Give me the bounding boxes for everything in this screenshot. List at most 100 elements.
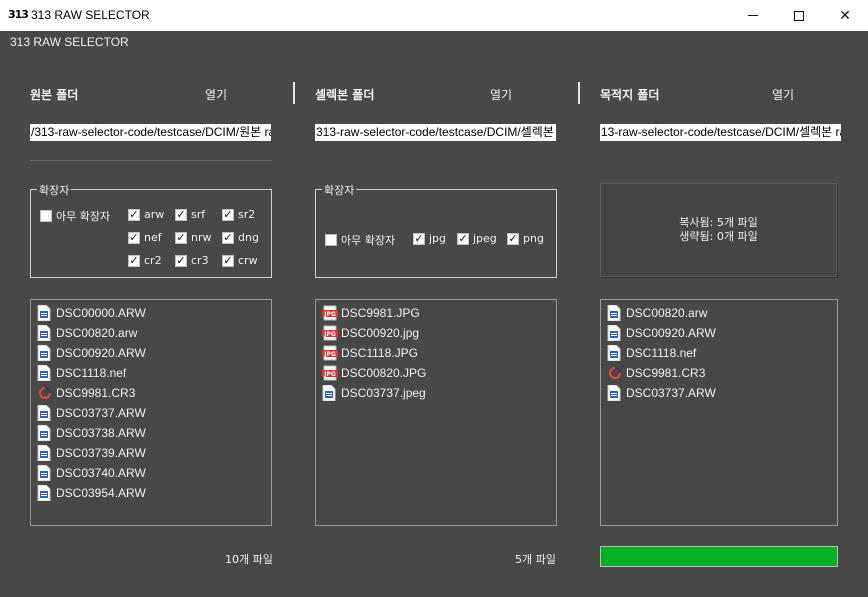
file-list-item[interactable]: DSC03737.jpeg (322, 383, 426, 403)
divider-line (30, 160, 272, 161)
checkmark-icon[interactable]: ✓ (413, 232, 425, 245)
dest-file-list[interactable]: DSC00820.arw DSC00920.ARW DSC1118.nef DSC99… (600, 299, 838, 526)
canon-file-icon (607, 365, 621, 381)
ext-checkbox-srf[interactable]: ✓ srf (175, 208, 205, 221)
ext-checkbox-dng[interactable]: ✓ dng (222, 231, 259, 244)
file-name: DSC1118.nef (56, 366, 127, 380)
source-path-field[interactable]: /313-raw-selector-code/testcase/DCIM/원본 … (30, 124, 271, 141)
file-list-item[interactable]: DSC9981.CR3 (37, 383, 135, 403)
raw-file-icon (37, 484, 51, 502)
minimize-icon (748, 15, 758, 16)
file-name: DSC00000.ARW (56, 306, 146, 320)
checkmark-icon[interactable]: ✓ (507, 232, 519, 245)
file-list-item[interactable]: DSC03739.ARW (37, 443, 146, 463)
raw-file-icon (37, 364, 51, 382)
ext-checkbox-nrw[interactable]: ✓ nrw (175, 231, 212, 244)
file-list-item[interactable]: DSC03740.ARW (37, 463, 146, 483)
extension-group-legend: 확장자 (322, 182, 357, 198)
ext-checkbox-nef[interactable]: ✓ nef (128, 231, 162, 244)
source-any-extension-checkbox[interactable]: 아무 확장자 (40, 208, 110, 224)
title-bar: 313 313 RAW SELECTOR ✕ (0, 0, 868, 31)
progress-fill (601, 547, 837, 566)
file-list-item[interactable]: JPG DSC00920.jpg (322, 323, 419, 343)
raw-file-icon (37, 444, 51, 462)
svg-text:JPG: JPG (323, 351, 336, 358)
file-name: DSC00820.JPG (341, 366, 427, 380)
jpg-file-icon: JPG (322, 345, 338, 361)
canon-file-icon (37, 385, 51, 401)
close-icon: ✕ (839, 7, 851, 24)
file-list-item[interactable]: JPG DSC1118.JPG (322, 343, 418, 363)
file-name: DSC00820.arw (56, 326, 138, 340)
file-list-item[interactable]: DSC03737.ARW (37, 403, 146, 423)
maximize-icon (794, 10, 804, 21)
copied-count-label: 복사됨: 5개 파일 (679, 216, 758, 229)
checkmark-icon[interactable]: ✓ (128, 208, 140, 221)
ext-checkbox-arw[interactable]: ✓ arw (128, 208, 164, 221)
checkmark-icon[interactable]: ✓ (457, 232, 469, 245)
checkmark-icon[interactable]: ✓ (175, 208, 187, 221)
close-button[interactable]: ✕ (822, 0, 868, 31)
file-name: DSC03737.ARW (56, 406, 146, 420)
raw-file-icon (37, 344, 51, 362)
checkmark-icon[interactable]: ✓ (222, 254, 234, 267)
selected-open-button[interactable]: 열기 (490, 86, 512, 103)
ext-checkbox-cr2[interactable]: ✓ cr2 (128, 254, 162, 267)
source-file-list[interactable]: DSC00000.ARW DSC00820.arw DSC00920.ARW DSC1… (30, 299, 272, 526)
dest-open-button[interactable]: 열기 (772, 86, 794, 103)
ext-checkbox-cr3[interactable]: ✓ cr3 (175, 254, 209, 267)
svg-text:JPG: JPG (323, 311, 336, 318)
file-list-item[interactable]: DSC00920.ARW (37, 343, 146, 363)
selected-file-count: 5개 파일 (515, 553, 556, 566)
dest-path-field[interactable]: 13-raw-selector-code/testcase/DCIM/셀렉본 r… (600, 124, 841, 141)
app-logo-icon: 313 (8, 8, 29, 21)
column-divider (293, 82, 295, 104)
file-list-item[interactable]: DSC00820.arw (37, 323, 137, 343)
checkmark-icon[interactable]: ✓ (128, 231, 140, 244)
checkbox-box[interactable] (40, 210, 52, 222)
svg-text:JPG: JPG (323, 371, 336, 378)
file-name: DSC03737.ARW (626, 386, 716, 400)
checkmark-icon[interactable]: ✓ (175, 254, 187, 267)
file-list-item[interactable]: DSC1118.nef (607, 343, 696, 363)
source-open-button[interactable]: 열기 (205, 86, 227, 103)
file-name: DSC1118.nef (626, 346, 697, 360)
minimize-button[interactable] (730, 0, 776, 31)
checkmark-icon[interactable]: ✓ (222, 208, 234, 221)
ext-checkbox-jpeg[interactable]: ✓ jpeg (457, 232, 497, 245)
file-list-item[interactable]: DSC1118.nef (37, 363, 126, 383)
selected-path-field[interactable]: 313-raw-selector-code/testcase/DCIM/셀렉본 … (315, 124, 556, 141)
file-list-item[interactable]: DSC00920.ARW (607, 323, 716, 343)
file-list-item[interactable]: DSC00820.arw (607, 303, 707, 323)
copy-summary-button[interactable]: 복사됨: 5개 파일 생략됨: 0개 파일 (600, 183, 837, 277)
file-name: DSC03737.jpeg (341, 386, 426, 400)
ext-checkbox-crw[interactable]: ✓ crw (222, 254, 258, 267)
file-list-item[interactable]: DSC00000.ARW (37, 303, 146, 323)
file-list-item[interactable]: DSC9981.CR3 (607, 363, 705, 383)
file-list-item[interactable]: JPG DSC00820.JPG (322, 363, 426, 383)
file-name: DSC03738.ARW (56, 426, 146, 440)
file-name: DSC00920.ARW (626, 326, 716, 340)
raw-file-icon (607, 304, 621, 322)
checkbox-box[interactable] (325, 234, 337, 246)
file-name: DSC9981.CR3 (626, 366, 706, 380)
ext-checkbox-png[interactable]: ✓ png (507, 232, 544, 245)
selected-file-list[interactable]: JPG DSC9981.JPG JPG DSC00920.jpg JPG DSC1118.… (315, 299, 557, 526)
maximize-button[interactable] (776, 0, 822, 31)
raw-file-icon (37, 464, 51, 482)
file-list-item[interactable]: DSC03737.ARW (607, 383, 716, 403)
source-folder-title: 원본 폴더 (30, 88, 79, 102)
selected-any-extension-checkbox[interactable]: 아무 확장자 (325, 232, 395, 248)
file-name: DSC9981.CR3 (56, 386, 136, 400)
file-name: DSC03739.ARW (56, 446, 146, 460)
ext-checkbox-jpg[interactable]: ✓ jpg (413, 232, 446, 245)
file-list-item[interactable]: JPG DSC9981.JPG (322, 303, 420, 323)
file-list-item[interactable]: DSC03738.ARW (37, 423, 146, 443)
checkmark-icon[interactable]: ✓ (222, 231, 234, 244)
checkmark-icon[interactable]: ✓ (175, 231, 187, 244)
file-list-item[interactable]: DSC03954.ARW (37, 483, 146, 503)
raw-file-icon (37, 324, 51, 342)
file-name: DSC03740.ARW (56, 466, 146, 480)
ext-checkbox-sr2[interactable]: ✓ sr2 (222, 208, 255, 221)
checkmark-icon[interactable]: ✓ (128, 254, 140, 267)
